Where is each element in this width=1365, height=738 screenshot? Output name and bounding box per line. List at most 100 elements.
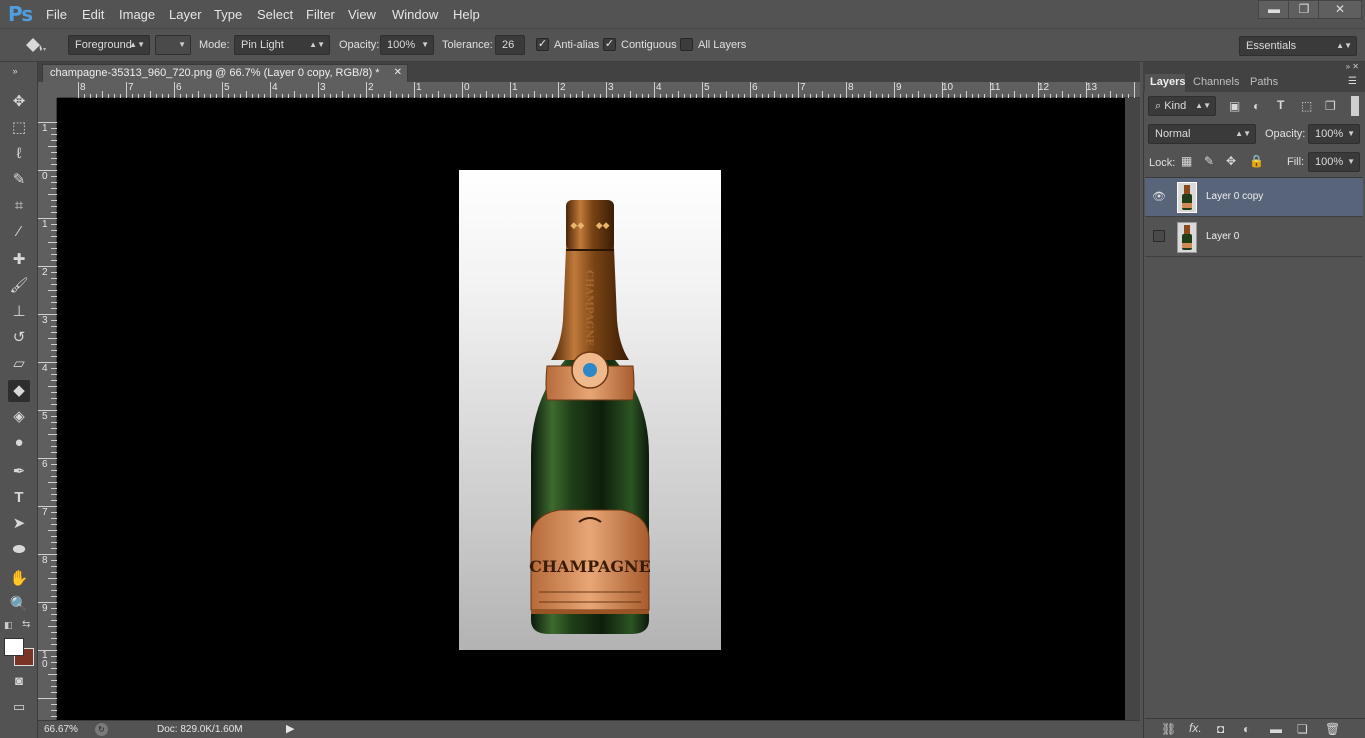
close-window-button[interactable]: ✕ bbox=[1318, 0, 1362, 19]
lock-image-icon[interactable]: ✎ bbox=[1204, 154, 1214, 168]
ruler-label: 8 bbox=[848, 82, 854, 93]
lasso-tool-icon[interactable]: ℓ bbox=[8, 143, 30, 165]
ruler-label: 2 bbox=[368, 82, 374, 93]
zoom-tool-icon[interactable]: 🔍 bbox=[8, 594, 30, 616]
quick-mask-icon[interactable]: ◙ bbox=[8, 670, 30, 692]
screen-mode-icon[interactable]: ▭ bbox=[8, 696, 30, 718]
panel-collapse-icon[interactable]: » ✕ bbox=[1143, 62, 1365, 74]
layer-row-layer-0[interactable]: Layer 0 bbox=[1145, 218, 1363, 257]
tab-channels[interactable]: Channels bbox=[1193, 76, 1239, 88]
filter-toggle[interactable] bbox=[1351, 96, 1359, 116]
new-layer-icon[interactable]: ❏ bbox=[1297, 722, 1308, 736]
menu-help[interactable]: Help bbox=[453, 7, 480, 22]
layer-row-layer-0-copy[interactable]: 👁 Layer 0 copy bbox=[1145, 178, 1363, 217]
hand-tool-icon[interactable]: ✋ bbox=[8, 568, 30, 590]
menu-type[interactable]: Type bbox=[214, 7, 242, 22]
move-tool-icon[interactable]: ✥ bbox=[8, 91, 30, 113]
paint-bucket-tool-icon[interactable]: ◆ bbox=[8, 380, 30, 402]
path-selection-tool-icon[interactable]: ➤ bbox=[8, 513, 30, 535]
tab-paths[interactable]: Paths bbox=[1250, 76, 1278, 88]
menu-filter[interactable]: Filter bbox=[306, 7, 335, 22]
opacity-field[interactable]: 100% ▼ bbox=[380, 35, 434, 55]
dodge-tool-icon[interactable]: ● bbox=[8, 432, 30, 454]
ruler-label: 6 bbox=[176, 82, 182, 93]
quick-select-tool-icon[interactable]: ✎ bbox=[8, 169, 30, 191]
add-mask-icon[interactable]: ◘ bbox=[1217, 722, 1224, 736]
contiguous-checkbox[interactable]: ✓ bbox=[603, 38, 616, 51]
lock-position-icon[interactable]: ✥ bbox=[1226, 154, 1236, 168]
history-brush-tool-icon[interactable]: ↺ bbox=[8, 327, 30, 349]
healing-brush-tool-icon[interactable]: ✚ bbox=[8, 249, 30, 271]
layer-opacity-field[interactable]: 100% ▼ bbox=[1308, 124, 1360, 144]
menu-view[interactable]: View bbox=[348, 7, 376, 22]
tolerance-field[interactable]: 26 bbox=[495, 35, 525, 55]
new-group-icon[interactable]: ▬ bbox=[1270, 722, 1282, 736]
tab-layers[interactable]: Layers bbox=[1150, 76, 1185, 88]
status-info-icon[interactable]: ↻ bbox=[95, 723, 108, 736]
filter-smart-object-icon[interactable]: ❐ bbox=[1325, 99, 1336, 113]
ruler-label: 1 bbox=[42, 219, 48, 230]
clone-stamp-tool-icon[interactable]: ⊥ bbox=[8, 301, 30, 323]
ruler-label: 0 bbox=[464, 82, 470, 93]
mode-dropdown[interactable]: Pin Light ▲▼ bbox=[234, 35, 330, 55]
new-adjustment-icon[interactable]: ◐ bbox=[1243, 722, 1250, 736]
eraser-tool-icon[interactable]: ▱ bbox=[8, 353, 30, 375]
filter-pixel-icon[interactable]: ▣ bbox=[1229, 99, 1240, 113]
contiguous-label: Contiguous bbox=[621, 39, 677, 51]
fx-icon[interactable]: fx. bbox=[1189, 721, 1202, 735]
ruler-label: 3 bbox=[42, 315, 48, 326]
options-bar: Foreground ▲▼ ▼ Mode: Pin Light ▲▼ Opacity… bbox=[0, 28, 1365, 62]
menu-file[interactable]: File bbox=[46, 7, 67, 22]
brush-tool-icon[interactable]: 🖌 bbox=[8, 275, 30, 297]
collapse-arrows-icon[interactable]: » bbox=[4, 66, 26, 76]
status-menu-arrow-icon[interactable]: ▶ bbox=[286, 722, 294, 735]
marquee-tool-icon[interactable]: ⬚ bbox=[8, 117, 30, 139]
visibility-eye-icon[interactable]: 👁 bbox=[1152, 190, 1166, 204]
pattern-picker[interactable]: ▼ bbox=[155, 35, 191, 55]
restore-button[interactable]: ❐ bbox=[1288, 0, 1320, 19]
eyedropper-tool-icon[interactable]: ⁄ bbox=[8, 221, 30, 243]
workspace-dropdown[interactable]: Essentials ▲▼ bbox=[1239, 36, 1357, 56]
document-canvas[interactable]: ◆◆ ◆◆ CHAMPAGNE CHAMPAGNE bbox=[459, 170, 721, 650]
menu-image[interactable]: Image bbox=[119, 7, 155, 22]
menu-layer[interactable]: Layer bbox=[169, 7, 202, 22]
all-layers-checkbox[interactable] bbox=[680, 38, 693, 51]
menu-window[interactable]: Window bbox=[392, 7, 438, 22]
filter-shape-icon[interactable]: ⬚ bbox=[1301, 99, 1312, 113]
antialias-checkbox[interactable]: ✓ bbox=[536, 38, 549, 51]
crop-tool-icon[interactable]: ⌗ bbox=[8, 195, 30, 217]
delete-layer-icon[interactable]: 🗑 bbox=[1325, 722, 1340, 736]
default-colors-icon[interactable]: ◧ bbox=[4, 620, 13, 631]
status-bar: 66.67% ↻ Doc: 829.0K/1.60M ▶ bbox=[38, 720, 1140, 738]
panel-menu-icon[interactable]: ☰ bbox=[1348, 76, 1357, 87]
filter-kind-dropdown[interactable]: ⌕ Kind ▲▼ bbox=[1148, 96, 1216, 116]
minimize-button[interactable]: ▬ bbox=[1258, 0, 1290, 19]
champagne-bottle-artwork: ◆◆ ◆◆ CHAMPAGNE CHAMPAGNE bbox=[529, 200, 651, 634]
link-layers-icon[interactable]: ⛓ bbox=[1161, 722, 1176, 736]
type-tool-icon[interactable]: T bbox=[8, 487, 30, 509]
vertical-scrollbar[interactable] bbox=[1125, 98, 1140, 720]
blur-tool-icon[interactable]: ◈ bbox=[8, 406, 30, 428]
menu-edit[interactable]: Edit bbox=[82, 7, 104, 22]
ruler-label: 7 bbox=[42, 507, 48, 518]
filter-adjustment-icon[interactable]: ◐ bbox=[1253, 99, 1260, 113]
blend-mode-dropdown[interactable]: Normal ▲▼ bbox=[1148, 124, 1256, 144]
ellipse-tool-icon[interactable]: ⬬ bbox=[8, 539, 30, 561]
zoom-level[interactable]: 66.67% bbox=[44, 724, 78, 735]
document-tab[interactable]: champagne-35313_960_720.png @ 66.7% (Lay… bbox=[42, 64, 408, 82]
foreground-color-swatch[interactable] bbox=[4, 638, 24, 656]
swap-colors-icon[interactable]: ⇆ bbox=[22, 619, 30, 630]
lock-transparent-icon[interactable]: ▦ bbox=[1181, 154, 1192, 168]
pen-tool-icon[interactable]: ✒ bbox=[8, 461, 30, 483]
lock-all-icon[interactable]: 🔒 bbox=[1249, 154, 1264, 168]
visibility-toggle-empty[interactable] bbox=[1153, 230, 1165, 242]
fill-field[interactable]: 100% ▼ bbox=[1308, 152, 1360, 172]
ruler-label: 1 bbox=[42, 123, 48, 134]
paint-bucket-icon[interactable] bbox=[22, 35, 48, 57]
menu-select[interactable]: Select bbox=[257, 7, 293, 22]
fill-source-dropdown[interactable]: Foreground ▲▼ bbox=[68, 35, 150, 55]
layer-name: Layer 0 copy bbox=[1206, 191, 1264, 202]
close-tab-icon[interactable]: ✕ bbox=[394, 65, 402, 81]
ruler-label: 1 bbox=[512, 82, 518, 93]
filter-type-icon[interactable]: T bbox=[1277, 98, 1284, 112]
